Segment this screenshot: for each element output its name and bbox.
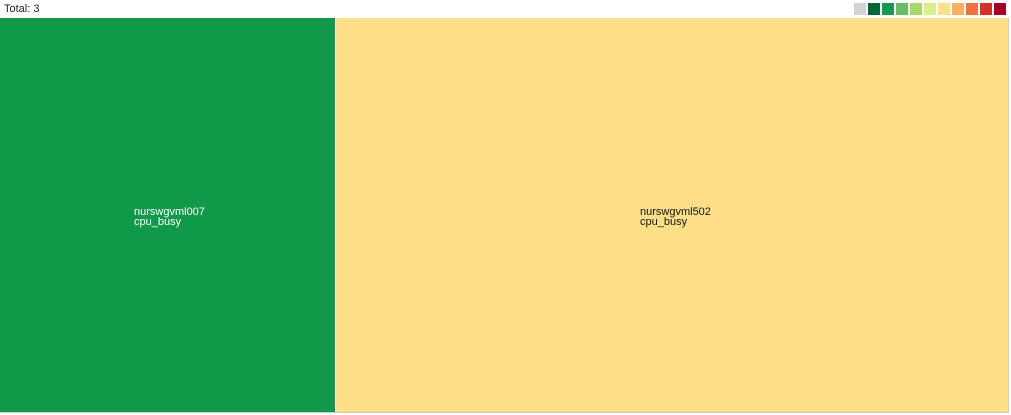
- total-count-label: Total: 3: [4, 3, 40, 15]
- treemap-cell-nurswgvml502[interactable]: nurswgvml502 cpu_busy: [336, 18, 1008, 412]
- legend-swatch-3[interactable]: [896, 3, 908, 15]
- legend-swatch-7[interactable]: [952, 3, 964, 15]
- legend-swatch-9[interactable]: [980, 3, 992, 15]
- header-bar: Total: 3: [0, 0, 1011, 18]
- legend-swatch-4[interactable]: [910, 3, 922, 15]
- treemap: nurswgvml007 cpu_busy nurswgvml502 cpu_b…: [0, 18, 1009, 413]
- legend-swatch-6[interactable]: [938, 3, 950, 15]
- legend-swatch-no-data[interactable]: [854, 3, 866, 15]
- legend-swatch-5[interactable]: [924, 3, 936, 15]
- legend-swatch-2[interactable]: [882, 3, 894, 15]
- legend-swatch-10[interactable]: [994, 3, 1006, 15]
- metric-name: cpu_busy: [134, 216, 182, 228]
- treemap-cell-label: nurswgvml502 cpu_busy: [640, 207, 711, 228]
- treemap-cell-nurswgvml007[interactable]: nurswgvml007 cpu_busy: [0, 18, 335, 412]
- legend-swatch-8[interactable]: [966, 3, 978, 15]
- legend-swatch-1[interactable]: [868, 3, 880, 15]
- color-legend: [854, 3, 1006, 15]
- metric-name: cpu_busy: [640, 216, 688, 228]
- treemap-cell-label: nurswgvml007 cpu_busy: [134, 207, 205, 228]
